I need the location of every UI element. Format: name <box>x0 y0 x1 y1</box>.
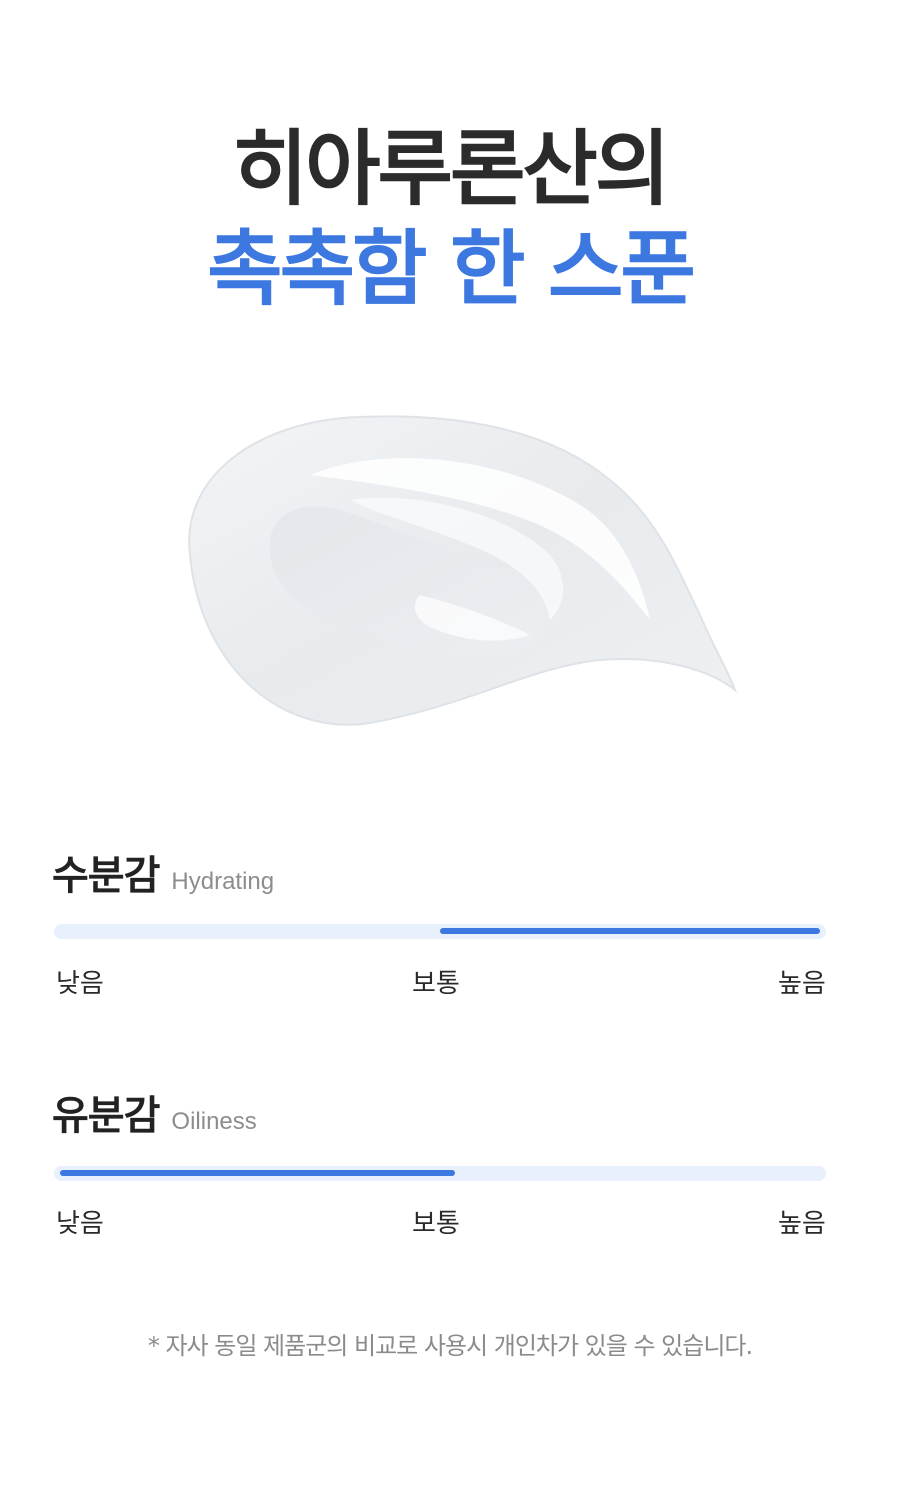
hydrating-title-ko: 수분감 <box>52 853 160 899</box>
oiliness-label-low: 낮음 <box>56 1209 104 1239</box>
hydrating-label-high: 높음 <box>778 969 826 999</box>
hydrating-label-mid: 보통 <box>412 969 460 999</box>
oiliness-title-ko: 유분감 <box>52 1093 160 1139</box>
hydrating-meter: 수분감 Hydrating 낮음 보통 높음 <box>52 843 828 999</box>
hydrating-track <box>54 924 826 939</box>
product-texture-swatch-image <box>188 415 738 726</box>
hydrating-label-low: 낮음 <box>56 969 104 999</box>
headline-line-1: 히아루론산의 <box>232 122 671 217</box>
oiliness-track <box>54 1166 826 1181</box>
oiliness-label-mid: 보통 <box>412 1209 460 1239</box>
oiliness-title-en: Oiliness <box>171 1108 257 1135</box>
hydrating-level-fill <box>440 928 820 934</box>
oiliness-label-high: 높음 <box>778 1209 826 1239</box>
headline-line-2: 촉촉함 한 스푼 <box>207 222 696 317</box>
hydrating-meter-title: 수분감 Hydrating <box>52 843 828 899</box>
oiliness-level-fill <box>60 1170 456 1176</box>
oiliness-meter: 유분감 Oiliness 낮음 보통 높음 <box>52 1083 828 1239</box>
oiliness-meter-title: 유분감 Oiliness <box>52 1083 828 1139</box>
hydrating-title-en: Hydrating <box>171 868 275 895</box>
disclaimer-footnote: * 자사 동일 제품군의 비교로 사용시 개인차가 있을 수 있습니다. <box>147 1332 753 1360</box>
